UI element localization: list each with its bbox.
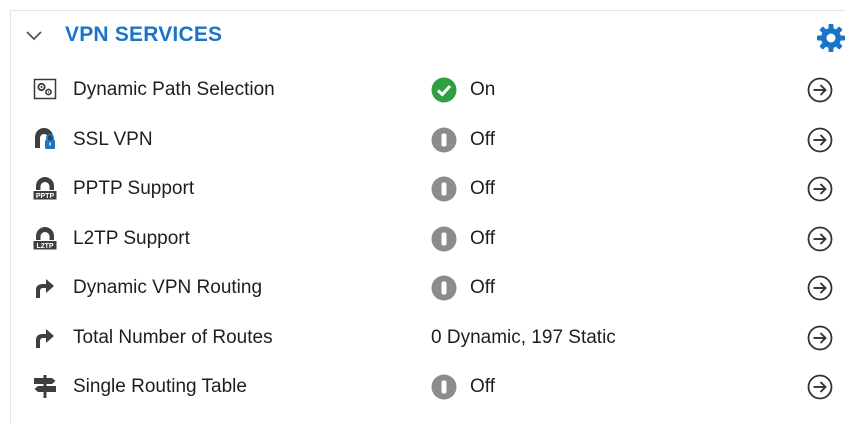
off-circle-icon — [431, 226, 457, 251]
off-circle-icon — [431, 374, 457, 400]
arrow-right-circle-icon[interactable] — [807, 374, 833, 400]
status-text: Off — [470, 376, 495, 397]
list-item-total-number-of-routes: Total Number of Routes 0 Dynamic, 197 St… — [11, 325, 845, 375]
routing-arrow-icon — [36, 279, 54, 298]
row-label: Single Routing Table — [73, 376, 247, 397]
list-item-l2tp-support: L2TP L2TP Support Off — [11, 226, 845, 276]
list-item-pptp-support: PPTP PPTP Support Off — [11, 176, 845, 226]
routes-count-text: 0 Dynamic, 197 Static — [431, 326, 616, 348]
arrow-right-circle-icon[interactable] — [807, 77, 833, 103]
arrow-right-circle-icon[interactable] — [807, 176, 833, 202]
row-label: PPTP Support — [73, 178, 195, 199]
pptp-badge-text: PPTP — [36, 193, 55, 200]
row-label: Dynamic VPN Routing — [73, 277, 263, 298]
arrow-right-circle-icon[interactable] — [807, 275, 833, 301]
list-item-ssl-vpn: SSL VPN Off — [11, 127, 845, 177]
status-text: Off — [470, 277, 495, 298]
vpn-services-list: Dynamic Path Selection On SSL VPN Off PP… — [11, 77, 845, 424]
routing-arrow-icon — [36, 328, 54, 348]
list-item-dynamic-vpn-routing: Dynamic VPN Routing Off — [11, 275, 845, 325]
arrow-right-circle-icon[interactable] — [807, 325, 833, 351]
off-circle-icon — [431, 275, 457, 301]
section-title: VPN SERVICES — [65, 23, 223, 46]
row-label: L2TP Support — [73, 227, 190, 249]
gear-icon[interactable] — [816, 23, 845, 53]
check-circle-icon — [431, 77, 457, 103]
list-item-single-routing-table: Single Routing Table Off — [11, 374, 845, 424]
status-text: Off — [470, 178, 495, 199]
arrow-right-circle-icon[interactable] — [807, 226, 833, 252]
status-text: Off — [470, 128, 495, 150]
vpn-services-panel: VPN SERVICES Dynamic Path Selection On S… — [10, 10, 845, 424]
row-label: Total Number of Routes — [73, 326, 273, 348]
off-circle-icon — [431, 176, 457, 202]
l2tp-badge-text: L2TP — [36, 243, 53, 250]
status-text: On — [470, 79, 496, 100]
ssl-vpn-lock-icon — [35, 127, 55, 149]
signpost-icon — [34, 375, 56, 398]
off-circle-icon — [431, 127, 457, 152]
chevron-down-icon[interactable] — [25, 27, 43, 45]
status-text: Off — [470, 227, 495, 249]
list-item-dynamic-path-selection: Dynamic Path Selection On — [11, 77, 845, 127]
row-label: SSL VPN — [73, 128, 153, 150]
row-label: Dynamic Path Selection — [73, 79, 275, 100]
pptp-icon: PPTP — [33, 177, 57, 200]
arrow-right-circle-icon[interactable] — [807, 127, 833, 153]
l2tp-icon: L2TP — [33, 226, 57, 250]
section-header: VPN SERVICES — [11, 11, 845, 63]
path-selection-icon — [33, 78, 57, 100]
